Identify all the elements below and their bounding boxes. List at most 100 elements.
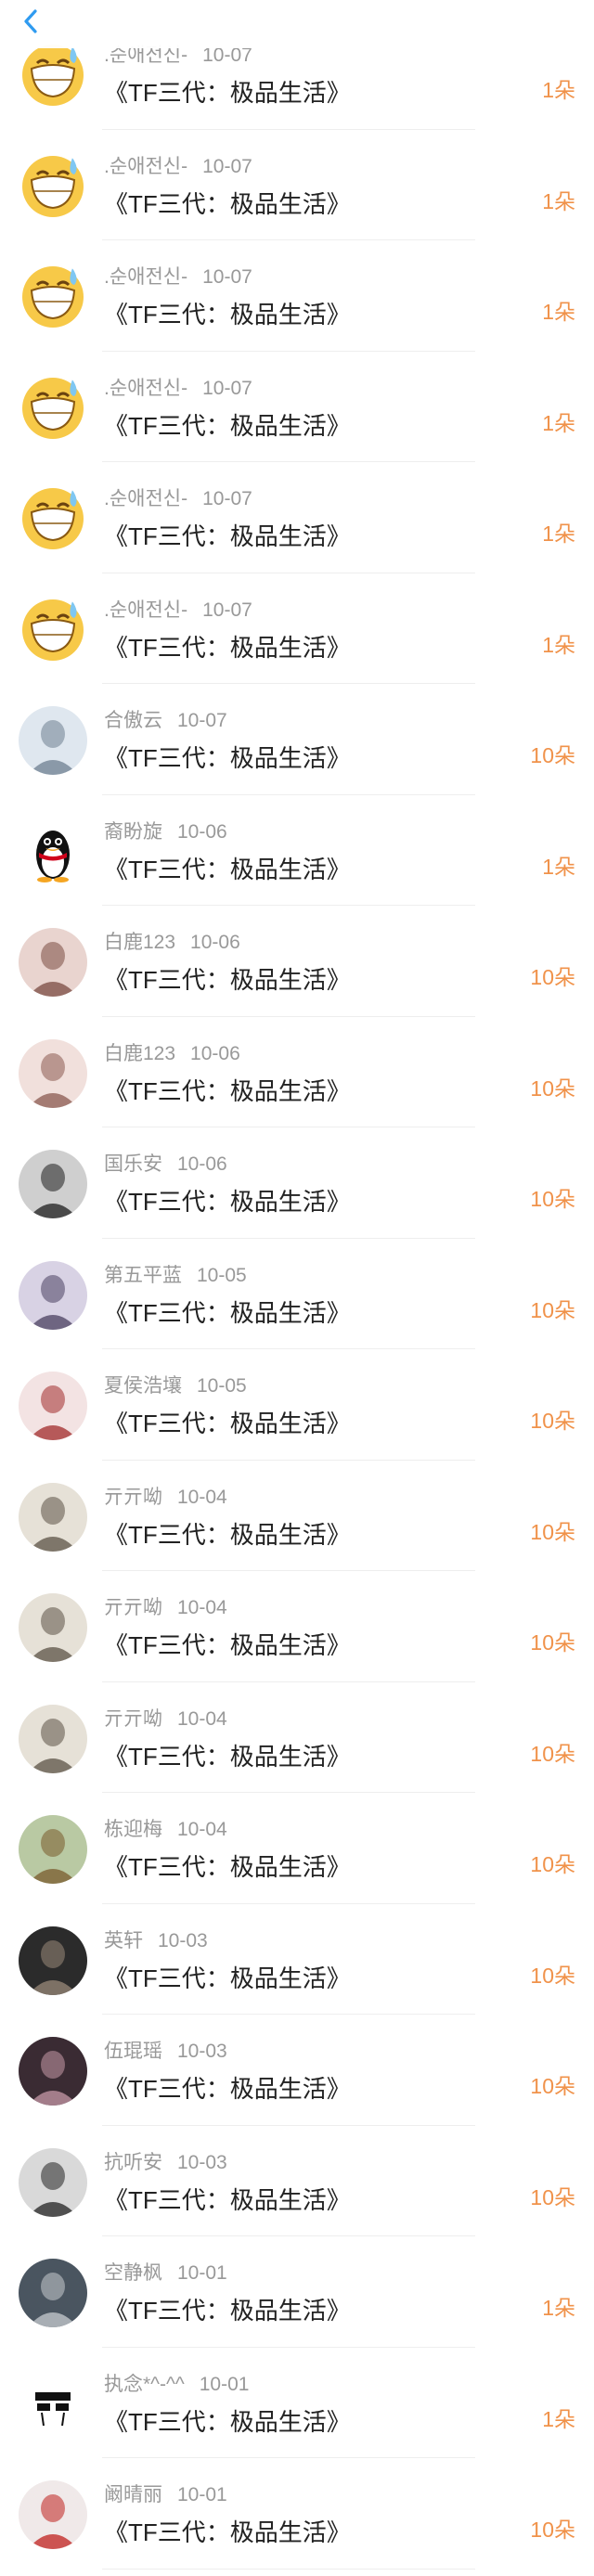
grin-sweat-emoji-avatar[interactable] xyxy=(19,263,87,331)
user-name[interactable]: 空静枫 xyxy=(104,2262,162,2284)
user-name[interactable]: 执念*^-^^ xyxy=(104,2374,185,2395)
record-date: 10-01 xyxy=(177,2484,227,2505)
gift-record-row[interactable]: 执念*^-^^ 10-01 《TF三代：极品生活》 1朵 xyxy=(0,2348,594,2459)
record-meta: 伍琨瑶 10-03 xyxy=(104,2036,227,2064)
user-name[interactable]: 亓亓呦 xyxy=(104,1708,162,1730)
user-name[interactable]: 英轩 xyxy=(104,1930,143,1951)
record-meta: .순애전신- 10-07 xyxy=(104,595,252,623)
work-title: 《TF三代：极品生活》 xyxy=(104,1853,351,1881)
user-name[interactable]: 第五平蓝 xyxy=(104,1265,182,1286)
record-date: 10-07 xyxy=(202,155,252,177)
user-name[interactable]: 抗听安 xyxy=(104,2152,162,2173)
user-avatar[interactable] xyxy=(19,1260,87,1330)
user-name[interactable]: .순애전신- xyxy=(104,378,187,399)
fuck-sign-avatar[interactable] xyxy=(19,2369,87,2439)
user-name[interactable]: .순애전신- xyxy=(104,599,187,621)
user-name[interactable]: 亓亓呦 xyxy=(104,1597,162,1618)
gift-record-row[interactable]: .순애전신- 10-07 《TF三代：极品生活》 1朵 xyxy=(0,352,594,463)
penguin-avatar[interactable] xyxy=(19,817,87,886)
user-avatar[interactable] xyxy=(19,1926,87,1995)
record-meta: .순애전신- 10-07 xyxy=(104,373,252,401)
user-avatar[interactable] xyxy=(19,2147,87,2217)
user-name[interactable]: 白鹿123 xyxy=(104,932,175,953)
record-date: 10-04 xyxy=(177,1819,227,1840)
user-avatar[interactable] xyxy=(19,1372,87,1440)
user-name[interactable]: .순애전신- xyxy=(104,266,187,288)
user-avatar[interactable] xyxy=(19,1150,87,1218)
grin-sweat-emoji-avatar[interactable] xyxy=(19,484,87,553)
user-name[interactable]: 夏侯浩壤 xyxy=(104,1375,182,1397)
gift-record-row[interactable]: 阚晴丽 10-01 《TF三代：极品生活》 10朵 xyxy=(0,2458,594,2570)
user-name[interactable]: 国乐安 xyxy=(104,1153,162,1175)
user-avatar[interactable] xyxy=(19,1815,87,1884)
work-title: 《TF三代：极品生活》 xyxy=(104,1298,351,1327)
user-name[interactable]: 裔盼旋 xyxy=(104,821,162,843)
record-date: 10-07 xyxy=(202,377,252,399)
gift-record-row[interactable]: 栋迎梅 10-04 《TF三代：极品生活》 10朵 xyxy=(0,1793,594,1904)
gift-record-row[interactable]: 伍琨瑶 10-03 《TF三代：极品生活》 10朵 xyxy=(0,2015,594,2126)
user-avatar[interactable] xyxy=(19,1482,87,1552)
record-date: 10-01 xyxy=(199,2373,250,2395)
grin-sweat-emoji-avatar[interactable] xyxy=(19,41,87,109)
back-button[interactable] xyxy=(9,0,52,43)
flower-amount: 10朵 xyxy=(530,1519,575,1544)
flower-amount: 10朵 xyxy=(530,2518,575,2542)
grin-sweat-emoji-avatar[interactable] xyxy=(19,152,87,221)
gift-record-row[interactable]: .순애전신- 10-07 《TF三代：极品生活》 1朵 xyxy=(0,462,594,573)
gift-record-row[interactable]: .순애전신- 10-07 《TF三代：极品生活》 1朵 xyxy=(0,240,594,352)
record-date: 10-07 xyxy=(202,599,252,621)
flower-amount: 1朵 xyxy=(542,188,575,213)
gift-record-row[interactable]: 亓亓呦 10-04 《TF三代：极品生活》 10朵 xyxy=(0,1571,594,1682)
user-avatar[interactable] xyxy=(19,928,87,997)
record-meta: 亓亓呦 10-04 xyxy=(104,1482,227,1510)
gift-record-row[interactable]: 英轩 10-03 《TF三代：极品生活》 10朵 xyxy=(0,1904,594,2016)
grin-sweat-emoji-avatar[interactable] xyxy=(19,596,87,664)
grin-sweat-emoji-avatar[interactable] xyxy=(19,374,87,443)
gift-record-row[interactable]: 白鹿123 10-06 《TF三代：极品生活》 10朵 xyxy=(0,906,594,1017)
gift-record-row[interactable]: .순애전신- 10-07 《TF三代：极品生活》 1朵 xyxy=(0,130,594,241)
work-title: 《TF三代：极品生活》 xyxy=(104,1188,351,1216)
gift-record-row[interactable]: 白鹿123 10-06 《TF三代：极品生活》 10朵 xyxy=(0,1017,594,1128)
flower-amount: 10朵 xyxy=(530,1852,575,1876)
record-meta: .순애전신- 10-07 xyxy=(104,483,252,511)
gift-record-row[interactable]: 亓亓呦 10-04 《TF三代：极品生活》 10朵 xyxy=(0,1682,594,1794)
record-date: 10-06 xyxy=(190,1042,240,1064)
user-avatar[interactable] xyxy=(19,1038,87,1108)
user-avatar[interactable] xyxy=(19,2037,87,2106)
user-name[interactable]: 阚晴丽 xyxy=(104,2484,162,2505)
work-title: 《TF三代：极品生活》 xyxy=(104,411,351,440)
user-avatar[interactable] xyxy=(19,706,87,775)
user-name[interactable]: 白鹿123 xyxy=(104,1043,175,1064)
user-avatar[interactable] xyxy=(19,2480,87,2549)
record-meta: 白鹿123 10-06 xyxy=(104,1038,240,1066)
record-date: 10-04 xyxy=(177,1597,227,1618)
gift-record-row[interactable]: 裔盼旋 10-06 《TF三代：极品生活》 1朵 xyxy=(0,795,594,907)
gift-record-row[interactable]: 合傲云 10-07 《TF三代：极品生活》 10朵 xyxy=(0,684,594,795)
record-date: 10-04 xyxy=(177,1486,227,1508)
record-meta: .순애전신- 10-07 xyxy=(104,262,252,290)
user-name[interactable]: 合傲云 xyxy=(104,710,162,731)
flower-amount: 10朵 xyxy=(530,965,575,989)
gift-record-row[interactable]: 抗听安 10-03 《TF三代：极品生活》 10朵 xyxy=(0,2126,594,2237)
chevron-left-icon xyxy=(24,9,37,33)
work-title: 《TF三代：极品生活》 xyxy=(104,744,351,772)
record-meta: 夏侯浩壤 10-05 xyxy=(104,1371,247,1398)
gift-record-row[interactable]: 空静枫 10-01 《TF三代：极品生活》 1朵 xyxy=(0,2236,594,2348)
user-name[interactable]: .순애전신- xyxy=(104,488,187,509)
user-name[interactable]: .순애전신- xyxy=(104,156,187,177)
gift-record-row[interactable]: 第五平蓝 10-05 《TF三代：极品生活》 10朵 xyxy=(0,1239,594,1350)
gift-record-row[interactable]: 国乐安 10-06 《TF三代：极品生活》 10朵 xyxy=(0,1127,594,1239)
gift-record-row[interactable]: 夏侯浩壤 10-05 《TF三代：极品生活》 10朵 xyxy=(0,1349,594,1461)
user-name[interactable]: 伍琨瑶 xyxy=(104,2041,162,2062)
user-name[interactable]: 栋迎梅 xyxy=(104,1819,162,1840)
user-avatar[interactable] xyxy=(19,1593,87,1662)
user-avatar[interactable] xyxy=(19,2259,87,2327)
record-meta: 抗听安 10-03 xyxy=(104,2147,227,2175)
flower-amount: 10朵 xyxy=(530,743,575,767)
gift-record-row[interactable]: 亓亓呦 10-04 《TF三代：极品生活》 10朵 xyxy=(0,1461,594,1572)
user-name[interactable]: 亓亓呦 xyxy=(104,1487,162,1508)
work-title: 《TF三代：极品生活》 xyxy=(104,1631,351,1659)
gift-record-row[interactable]: .순애전신- 10-07 《TF三代：极品生活》 1朵 xyxy=(0,573,594,685)
flower-amount: 10朵 xyxy=(530,1409,575,1433)
user-avatar[interactable] xyxy=(19,1704,87,1773)
